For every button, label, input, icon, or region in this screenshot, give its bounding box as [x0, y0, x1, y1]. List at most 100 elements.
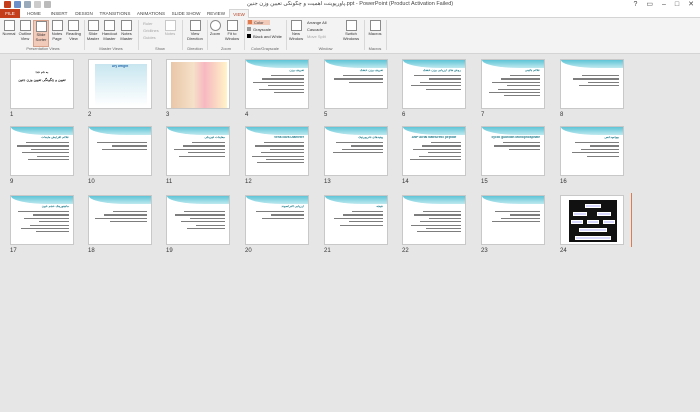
view-direction-button[interactable]: View Direction	[185, 20, 205, 41]
slide-number: 16	[560, 179, 567, 185]
slide-thumbnail[interactable]: تعریف وزن خشک	[324, 59, 388, 109]
slide-thumbnail[interactable]: به نام خدا تعیین و چگونگی تعیین وزن جنین	[10, 59, 74, 109]
slide-thumbnail[interactable]	[560, 195, 624, 245]
minimize-button[interactable]: –	[662, 0, 666, 9]
slide-title: cyclic guanidin Monophosphate	[491, 136, 540, 139]
slide-thumbnail[interactable]	[88, 195, 152, 245]
slide-thumbnail[interactable]: cyclic guanidin Monophosphate	[481, 126, 545, 176]
slide-thumbnail[interactable]	[481, 195, 545, 245]
slide-thumbnail[interactable]: مانیتورینگ حجم خون	[10, 195, 74, 245]
group-divider	[286, 20, 287, 50]
slide-header-wave	[11, 127, 73, 135]
slide-thumbnail[interactable]: نتیجه	[324, 195, 388, 245]
tab-file[interactable]: FILE	[0, 9, 20, 18]
notes-button[interactable]: Notes	[163, 20, 177, 37]
slide-sorter-pane: به نام خدا تعیین و چگونگی تعیین وزن جنین 1…	[0, 55, 700, 412]
slide-body-text	[330, 75, 383, 85]
slide-header-wave	[403, 127, 465, 135]
slide-thumbnail[interactable]	[88, 126, 152, 176]
fit-to-window-button[interactable]: Fit to Window	[222, 20, 242, 41]
gridlines-checkbox[interactable]: Gridlines	[143, 28, 159, 33]
slide-thumbnail[interactable]: بیوامپدانس	[560, 126, 624, 176]
normal-view-button[interactable]: Normal	[2, 20, 16, 37]
close-button[interactable]: ✕	[688, 0, 694, 9]
notes-master-button[interactable]: Notes Master	[119, 20, 134, 41]
slide-number: 7	[481, 112, 485, 118]
tab-home[interactable]: HOME	[23, 9, 45, 18]
slide-master-button[interactable]: Slide Master	[86, 20, 100, 41]
tab-slide-show[interactable]: SLIDE SHOW	[170, 9, 202, 18]
slide-body-text	[566, 142, 619, 159]
slide-title: به نام خدا	[35, 71, 49, 74]
save-icon[interactable]	[14, 1, 21, 8]
slide-thumbnail[interactable]: vena cava Diameter	[245, 126, 309, 176]
notes-icon	[164, 20, 176, 31]
macros-button[interactable]: Macros	[367, 20, 383, 37]
slide-title: تعریف وزن خشک	[359, 69, 383, 72]
slide-thumbnail[interactable]	[166, 59, 230, 109]
slide-thumbnail[interactable]: روش های ارزیابی وزن خشک	[402, 59, 466, 109]
black-and-white-button[interactable]: Black and White	[247, 34, 282, 39]
view-direction-icon	[189, 20, 201, 31]
reading-view-button[interactable]: Reading View	[65, 20, 82, 41]
tab-insert[interactable]: INSERT	[48, 9, 70, 18]
notes-page-button[interactable]: Notes Page	[50, 20, 64, 41]
slide-body-text	[408, 211, 461, 235]
slide-thumbnail[interactable]: تعریف وزن	[245, 59, 309, 109]
ruler-checkbox[interactable]: Ruler	[143, 21, 153, 26]
slide-title: vena cava Diameter	[274, 136, 304, 139]
zoom-button[interactable]: Zoom	[209, 20, 221, 37]
slide-title: پیتیدهای ناتریورتیک	[358, 136, 383, 139]
insertion-marker	[631, 193, 632, 247]
slide-thumbnail[interactable]	[560, 59, 624, 109]
slide-header-wave	[89, 196, 151, 204]
slide-body-text	[330, 211, 383, 228]
slide-title: علائم افزایش مایعات	[41, 136, 69, 139]
ribbon-display-button[interactable]: ▭	[646, 0, 653, 9]
slide-thumbnail[interactable]: معاینات فیزیکی	[166, 126, 230, 176]
present-icon[interactable]	[44, 1, 51, 8]
slide-thumbnail[interactable]	[166, 195, 230, 245]
slide-header-wave	[403, 196, 465, 204]
slide-number: 23	[481, 248, 488, 254]
move-split-button[interactable]: Move Split	[307, 34, 326, 39]
maximize-button[interactable]: □	[675, 0, 679, 9]
tab-design[interactable]: DESIGN	[72, 9, 96, 18]
handout-master-button[interactable]: Handout Master	[101, 20, 118, 41]
slide-thumbnail[interactable]: پیتیدهای ناتریورتیک	[324, 126, 388, 176]
macros-label: Macros	[368, 46, 382, 51]
undo-icon[interactable]	[24, 1, 31, 8]
slide-thumbnail[interactable]: علائم افزایش مایعات	[10, 126, 74, 176]
slide-thumbnail[interactable]: Dry weight	[88, 59, 152, 109]
color-button[interactable]: Color	[247, 20, 270, 25]
slide-header-wave	[89, 127, 151, 135]
outline-view-button[interactable]: Outline View	[17, 20, 33, 41]
slide-body: تعیین و چگونگی تعیین وزن جنین	[18, 78, 66, 82]
slide-sorter-button[interactable]: Slide Sorter	[33, 20, 49, 47]
color-swatch-icon	[248, 20, 252, 24]
slide-number: 13	[324, 179, 331, 185]
outline-view-icon	[19, 20, 31, 31]
slide-body-text	[16, 211, 69, 235]
redo-icon[interactable]	[34, 1, 41, 8]
grayscale-button[interactable]: Grayscale	[247, 27, 271, 32]
slide-header-wave	[325, 127, 387, 135]
slide-body-text	[251, 142, 304, 166]
help-button[interactable]: ?	[633, 0, 637, 9]
slide-thumbnail[interactable]: علائم بالینی	[481, 59, 545, 109]
group-divider	[138, 20, 139, 50]
slide-image	[171, 62, 227, 108]
new-window-button[interactable]: New Window	[288, 20, 304, 41]
group-divider	[84, 20, 85, 50]
cascade-button[interactable]: Cascade	[307, 27, 323, 32]
slide-body-text	[408, 75, 461, 92]
guides-checkbox[interactable]: Guides	[143, 35, 156, 40]
switch-windows-button[interactable]: Switch Windows	[341, 20, 361, 41]
slide-thumbnail[interactable]	[402, 195, 466, 245]
tab-review[interactable]: REVIEW	[204, 9, 228, 18]
tab-transitions[interactable]: TRANSITIONS	[98, 9, 132, 18]
slide-thumbnail[interactable]: ارزیابی آلتراسوند	[245, 195, 309, 245]
arrange-all-button[interactable]: Arrange All	[307, 20, 327, 25]
slide-thumbnail[interactable]: ANP Atrial Natriuretic peptide	[402, 126, 466, 176]
tab-animations[interactable]: ANIMATIONS	[134, 9, 168, 18]
